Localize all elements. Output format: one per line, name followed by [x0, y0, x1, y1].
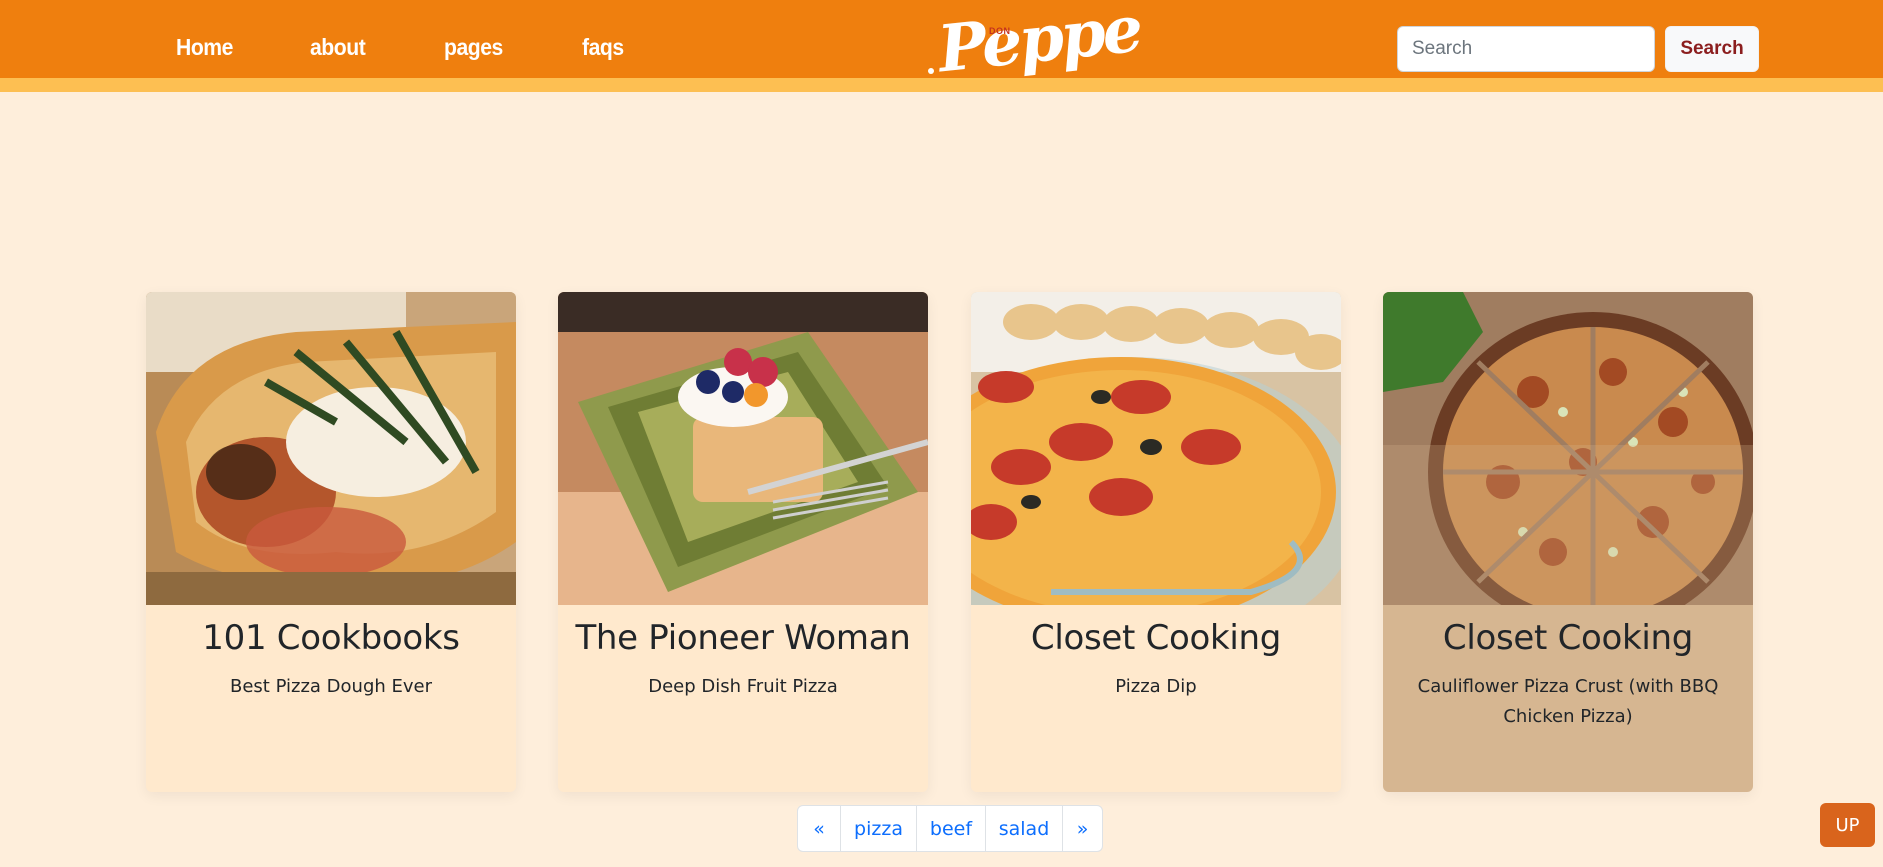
card-subtitle: Best Pizza Dough Ever [229, 676, 433, 697]
fruit-pizza-plate-image [558, 292, 928, 605]
card-title: Closet Cooking [1030, 618, 1282, 658]
card-title: 101 Cookbooks [202, 618, 460, 658]
recipe-image[interactable] [558, 292, 928, 605]
search-input[interactable] [1397, 26, 1655, 72]
pagination-next[interactable]: » [1062, 806, 1102, 851]
card-subtitle: Pizza Dip [1115, 676, 1197, 697]
nav-link-pages[interactable]: pages [444, 34, 503, 61]
recipe-card[interactable]: Closet Cooking Cauliflower Pizza Crust (… [1383, 292, 1753, 792]
pagination-item-salad[interactable]: salad [985, 806, 1062, 851]
card-subtitle: Deep Dish Fruit Pizza [648, 676, 838, 697]
recipe-image[interactable] [971, 292, 1341, 605]
card-title: Closet Cooking [1442, 618, 1694, 658]
recipe-card[interactable]: 101 Cookbooks Best Pizza Dough Ever [146, 292, 516, 792]
navbar: Home about pages faqs Peppe DON Search [0, 0, 1883, 92]
pizza-dip-pie-dish-image [971, 292, 1341, 605]
recipe-card[interactable]: Closet Cooking Pizza Dip [971, 292, 1341, 792]
recipe-card[interactable]: The Pioneer Woman Deep Dish Fruit Pizza [558, 292, 928, 792]
bbq-chicken-pizza-image [1383, 292, 1753, 605]
recipe-image[interactable] [146, 292, 516, 605]
nav-link-home[interactable]: Home [176, 34, 233, 61]
logo-prefix: DON [989, 26, 1011, 36]
nav-link-faqs[interactable]: faqs [582, 34, 624, 61]
logo-wordmark: Peppe [934, 0, 1144, 88]
pagination-item-pizza[interactable]: pizza [840, 806, 916, 851]
card-title: The Pioneer Woman [575, 618, 911, 658]
logo-dot [928, 68, 934, 74]
pizza-slice-basil-image [146, 292, 516, 605]
logo[interactable]: Peppe DON [924, 0, 1144, 88]
nav-link-about[interactable]: about [310, 34, 366, 61]
recipe-image[interactable] [1383, 292, 1753, 605]
pagination-item-beef[interactable]: beef [916, 806, 985, 851]
search-button[interactable]: Search [1665, 26, 1759, 72]
scroll-up-button[interactable]: UP [1820, 803, 1875, 847]
pagination: « pizza beef salad » [797, 805, 1103, 852]
pagination-prev[interactable]: « [798, 806, 840, 851]
card-subtitle: Cauliflower Pizza Crust (with BBQ Chicke… [1417, 676, 1719, 727]
